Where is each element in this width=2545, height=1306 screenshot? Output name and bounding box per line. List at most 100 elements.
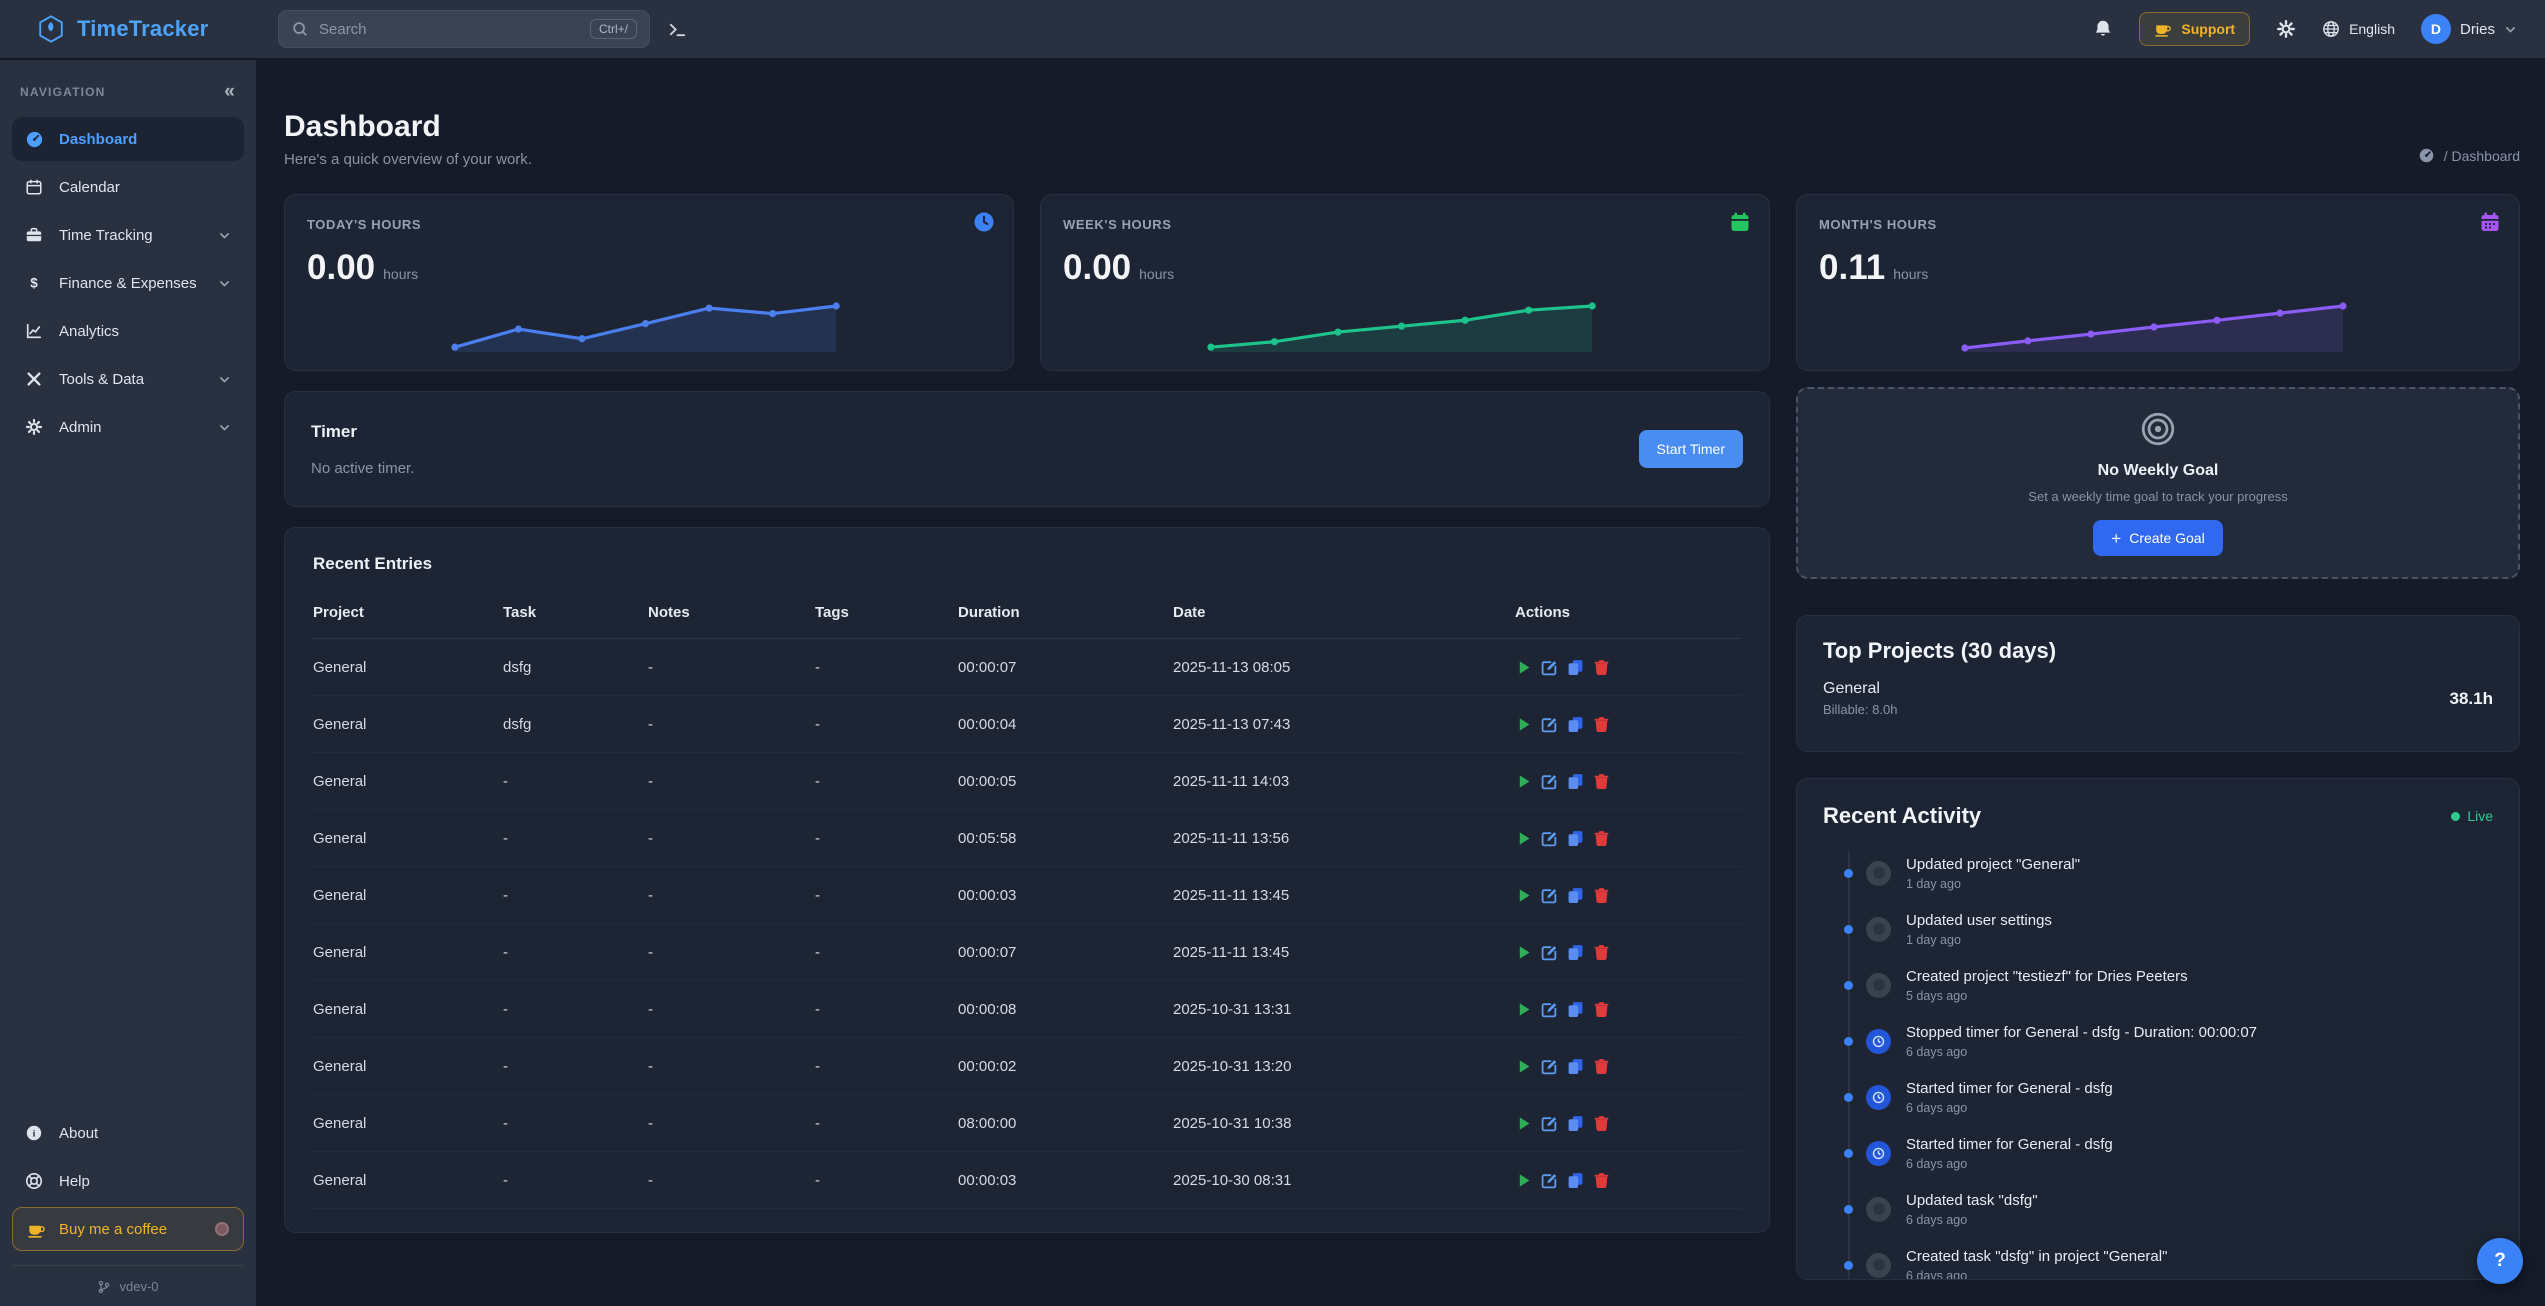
edit-entry-button[interactable] bbox=[1541, 887, 1558, 904]
activity-item: Stopped timer for General - dsfg - Durat… bbox=[1823, 1013, 2493, 1069]
settings-gear-icon[interactable] bbox=[2276, 19, 2296, 39]
copy-entry-button[interactable] bbox=[1567, 1115, 1584, 1132]
support-button[interactable]: Support bbox=[2139, 12, 2250, 46]
months-hours-card: MONTH'S HOURS 0.11 hours bbox=[1796, 194, 2520, 371]
delete-entry-button[interactable] bbox=[1593, 944, 1610, 961]
play-entry-button[interactable] bbox=[1515, 887, 1532, 904]
sidebar-item-analytics[interactable]: Analytics bbox=[12, 309, 244, 353]
copy-entry-button[interactable] bbox=[1567, 716, 1584, 733]
activity-text: Started timer for General - dsfg bbox=[1906, 1080, 2113, 1097]
timer-title: Timer bbox=[311, 422, 414, 442]
edit-entry-button[interactable] bbox=[1541, 716, 1558, 733]
row-actions bbox=[1515, 716, 1741, 733]
copy-entry-button[interactable] bbox=[1567, 773, 1584, 790]
copy-entry-button[interactable] bbox=[1567, 1058, 1584, 1075]
copy-entry-button[interactable] bbox=[1567, 659, 1584, 676]
play-entry-button[interactable] bbox=[1515, 659, 1532, 676]
cell-notes: - bbox=[648, 830, 815, 847]
delete-entry-button[interactable] bbox=[1593, 1001, 1610, 1018]
notifications-bell-icon[interactable] bbox=[2093, 19, 2113, 39]
start-timer-button[interactable]: Start Timer bbox=[1639, 430, 1743, 468]
entries-table-header: ProjectTaskNotesTagsDurationDateActions bbox=[313, 604, 1741, 639]
cell-project: General bbox=[313, 773, 503, 790]
play-entry-button[interactable] bbox=[1515, 944, 1532, 961]
play-entry-button[interactable] bbox=[1515, 716, 1532, 733]
chevron-down-icon bbox=[2504, 23, 2517, 36]
copy-entry-button[interactable] bbox=[1567, 1001, 1584, 1018]
sidebar-item-label: Tools & Data bbox=[59, 371, 144, 388]
sidebar-collapse-icon[interactable]: « bbox=[224, 82, 236, 101]
cell-duration: 00:05:58 bbox=[958, 830, 1173, 847]
activity-time: 6 days ago bbox=[1906, 1157, 2113, 1171]
user-menu[interactable]: D Dries bbox=[2421, 14, 2517, 44]
delete-entry-button[interactable] bbox=[1593, 887, 1610, 904]
create-goal-button[interactable]: + Create Goal bbox=[2093, 520, 2222, 556]
play-entry-button[interactable] bbox=[1515, 1115, 1532, 1132]
edit-entry-button[interactable] bbox=[1541, 944, 1558, 961]
copy-entry-button[interactable] bbox=[1567, 1172, 1584, 1189]
cell-task: dsfg bbox=[503, 716, 648, 733]
dollar-icon: $ bbox=[25, 274, 45, 292]
delete-entry-button[interactable] bbox=[1593, 1115, 1610, 1132]
sidebar-item-dashboard[interactable]: Dashboard bbox=[12, 117, 244, 161]
cell-task: - bbox=[503, 830, 648, 847]
play-entry-button[interactable] bbox=[1515, 773, 1532, 790]
sidebar-item-help[interactable]: Help bbox=[12, 1159, 244, 1203]
delete-entry-button[interactable] bbox=[1593, 1172, 1610, 1189]
edit-entry-button[interactable] bbox=[1541, 1115, 1558, 1132]
column-header: Actions bbox=[1515, 604, 1741, 621]
edit-entry-button[interactable] bbox=[1541, 830, 1558, 847]
activity-time: 1 day ago bbox=[1906, 933, 2052, 947]
stat-label: TODAY'S HOURS bbox=[307, 217, 991, 232]
stat-label: WEEK'S HOURS bbox=[1063, 217, 1747, 232]
activity-text: Updated task "dsfg" bbox=[1906, 1192, 2038, 1209]
sidebar-item-finance-expenses[interactable]: $ Finance & Expenses bbox=[12, 261, 244, 305]
copy-entry-button[interactable] bbox=[1567, 944, 1584, 961]
sidebar-item-calendar[interactable]: Calendar bbox=[12, 165, 244, 209]
play-entry-button[interactable] bbox=[1515, 1058, 1532, 1075]
cell-notes: - bbox=[648, 944, 815, 961]
user-name: Dries bbox=[2460, 21, 2495, 38]
language-selector[interactable]: English bbox=[2322, 20, 2395, 38]
buy-me-a-coffee-button[interactable]: Buy me a coffee bbox=[12, 1207, 244, 1251]
delete-entry-button[interactable] bbox=[1593, 773, 1610, 790]
terminal-icon[interactable] bbox=[668, 20, 687, 39]
sidebar-item-tools-data[interactable]: Tools & Data bbox=[12, 357, 244, 401]
app-logo[interactable]: TimeTracker bbox=[0, 14, 256, 44]
sidebar-item-about[interactable]: i About bbox=[12, 1111, 244, 1155]
activity-items: Updated project "General" 1 day ago Upda… bbox=[1823, 845, 2493, 1280]
cell-tags: - bbox=[815, 1172, 958, 1189]
table-row: General - - - 00:00:03 2025-10-30 08:31 bbox=[313, 1152, 1741, 1209]
logo-icon bbox=[36, 14, 66, 44]
cell-notes: - bbox=[648, 716, 815, 733]
row-actions bbox=[1515, 659, 1741, 676]
delete-entry-button[interactable] bbox=[1593, 659, 1610, 676]
sidebar-item-admin[interactable]: Admin bbox=[12, 405, 244, 449]
edit-entry-button[interactable] bbox=[1541, 1001, 1558, 1018]
play-entry-button[interactable] bbox=[1515, 830, 1532, 847]
edit-entry-button[interactable] bbox=[1541, 1058, 1558, 1075]
cell-task: - bbox=[503, 887, 648, 904]
delete-entry-button[interactable] bbox=[1593, 830, 1610, 847]
delete-entry-button[interactable] bbox=[1593, 1058, 1610, 1075]
sidebar-item-label: About bbox=[59, 1125, 98, 1142]
copy-entry-button[interactable] bbox=[1567, 887, 1584, 904]
copy-entry-button[interactable] bbox=[1567, 830, 1584, 847]
search-box[interactable]: Ctrl+/ bbox=[278, 10, 650, 48]
chevron-down-icon bbox=[218, 421, 231, 434]
cell-project: General bbox=[313, 944, 503, 961]
help-button[interactable]: ? bbox=[2477, 1238, 2523, 1284]
cell-notes: - bbox=[648, 773, 815, 790]
sidebar-item-time-tracking[interactable]: Time Tracking bbox=[12, 213, 244, 257]
activity-text: Updated user settings bbox=[1906, 912, 2052, 929]
todays-hours-value: 0.00 bbox=[307, 248, 375, 288]
edit-entry-button[interactable] bbox=[1541, 773, 1558, 790]
edit-entry-button[interactable] bbox=[1541, 659, 1558, 676]
search-input[interactable] bbox=[319, 21, 580, 38]
sidebar-item-label: Analytics bbox=[59, 323, 119, 340]
play-entry-button[interactable] bbox=[1515, 1001, 1532, 1018]
recent-activity-card: Recent Activity Live Updated project "Ge… bbox=[1796, 778, 2520, 1280]
delete-entry-button[interactable] bbox=[1593, 716, 1610, 733]
play-entry-button[interactable] bbox=[1515, 1172, 1532, 1189]
edit-entry-button[interactable] bbox=[1541, 1172, 1558, 1189]
